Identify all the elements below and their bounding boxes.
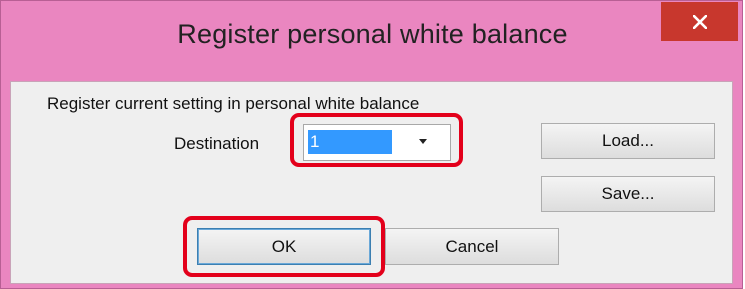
close-icon — [692, 14, 707, 29]
cancel-button[interactable]: Cancel — [385, 228, 559, 265]
destination-highlight — [290, 113, 463, 167]
dialog-client-area: Register current setting in personal whi… — [10, 81, 733, 284]
save-button[interactable]: Save... — [541, 176, 715, 212]
description-text: Register current setting in personal whi… — [47, 94, 420, 113]
dialog-window: Register personal white balance Register… — [0, 0, 743, 289]
load-button[interactable]: Load... — [541, 123, 715, 159]
dialog-title: Register personal white balance — [177, 19, 568, 49]
close-button[interactable] — [661, 2, 738, 41]
ok-highlight — [183, 216, 385, 277]
destination-label: Destination — [174, 134, 260, 153]
